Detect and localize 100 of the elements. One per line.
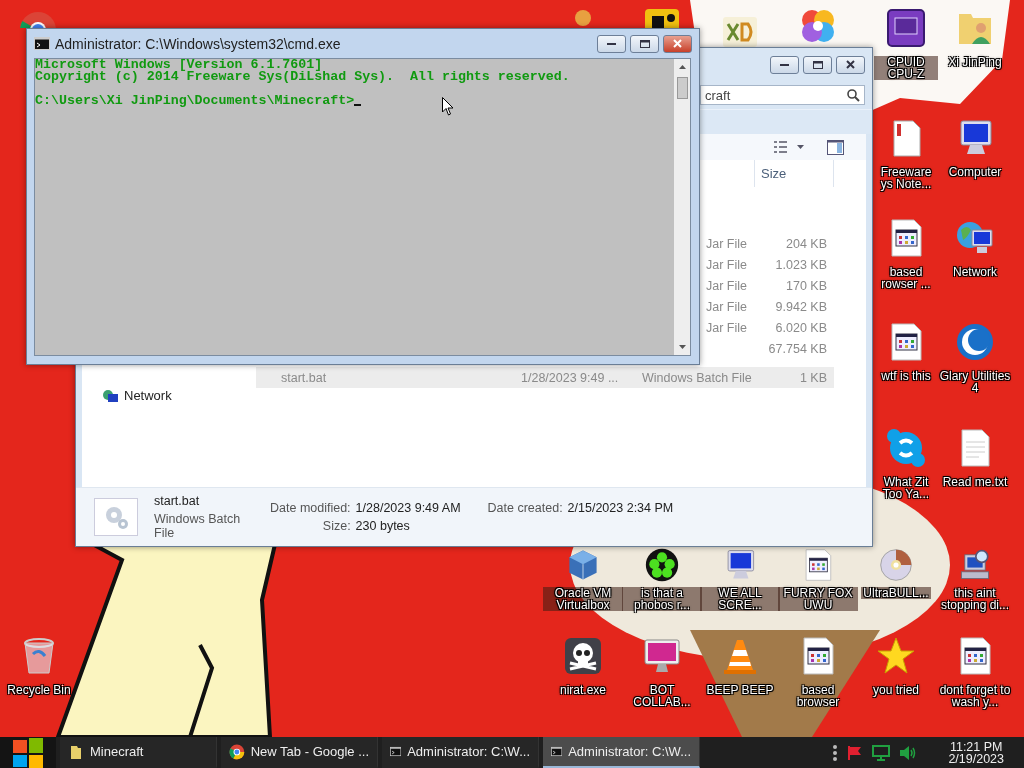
network-icon — [102, 388, 118, 403]
file-row[interactable]: Jar File 1.023 KB — [701, 254, 834, 275]
maximize-button[interactable] — [630, 34, 659, 53]
console-prompt: C:\Users\Xi JinPing\Documents\Minecraft> — [35, 95, 355, 107]
console-icon — [390, 745, 402, 758]
table-cell-text: 170 KB — [785, 278, 828, 293]
disc-icon — [879, 548, 913, 582]
table-cell-text: 1/28/2023 9:49 ... — [520, 370, 620, 385]
detail-value: 230 bytes — [355, 519, 411, 533]
windows-logo-icon — [12, 737, 44, 768]
cube-icon — [566, 548, 600, 582]
console-icon — [34, 37, 50, 50]
file-row[interactable]: Jar File 9.942 KB — [701, 296, 834, 317]
desktop-icon[interactable]: What Zit Too Ya... — [874, 428, 938, 500]
console-line: Microsoft Windows [Version 6.1.7601] — [35, 59, 323, 71]
table-cell-text: 1.023 KB — [774, 257, 828, 272]
search-icon — [847, 88, 860, 102]
view-options-icon[interactable] — [773, 140, 805, 154]
table-cell-text: Jar File — [705, 278, 748, 293]
file-type: Windows Batch File — [154, 512, 242, 540]
desktop-icon[interactable]: you tried — [856, 636, 936, 696]
maximize-icon — [639, 39, 650, 48]
speaker-icon[interactable] — [899, 744, 918, 761]
overflow-icon[interactable] — [832, 743, 839, 762]
table-cell-text: Jar File — [705, 236, 748, 251]
desktop-icon[interactable]: dont forget to wash y... — [935, 636, 1015, 708]
desktop-icon[interactable]: this aint stopping di... — [935, 548, 1015, 611]
minimize-button[interactable] — [770, 55, 799, 74]
taskbar-button[interactable]: New Tab - Google ... — [221, 737, 378, 768]
file-row[interactable]: 67.754 KB — [701, 338, 834, 359]
table-cell-text: Jar File — [705, 320, 748, 335]
detail-value: 2/15/2023 2:34 PM — [567, 501, 674, 515]
close-button[interactable] — [663, 34, 692, 53]
text-cursor — [354, 104, 362, 106]
search-field[interactable]: craft — [700, 85, 865, 105]
table-cell-text: 6.020 KB — [774, 320, 828, 335]
minimize-icon — [607, 42, 616, 45]
file-row[interactable]: Jar File 6.020 KB — [701, 317, 834, 338]
table-cell-text: 1 KB — [798, 370, 828, 385]
skull-icon — [563, 636, 603, 676]
desktop-icon[interactable]: Recycle Bin — [0, 636, 79, 696]
flag-icon[interactable] — [847, 744, 864, 761]
table-cell-text: Jar File — [705, 299, 748, 314]
start-button[interactable] — [0, 737, 56, 768]
chat-bubble-icon — [886, 428, 926, 468]
close-icon — [673, 39, 682, 48]
table-cell-text: Jar File — [705, 257, 748, 272]
gear-icon — [103, 504, 129, 530]
circle-logo-icon — [229, 743, 245, 760]
table-cell-text: 204 KB — [785, 236, 828, 251]
desktop-icon[interactable] — [642, 6, 682, 28]
desktop-icon[interactable]: Xi JinPing — [935, 8, 1015, 68]
table-cell-text: start.bat — [280, 370, 328, 385]
desktop-icon[interactable]: Glary Utilities 4 — [935, 322, 1015, 394]
preview-pane-icon[interactable] — [827, 139, 844, 155]
computer-search-icon — [958, 548, 992, 582]
minimize-button[interactable] — [597, 34, 626, 53]
nav-item[interactable]: Network — [82, 388, 256, 403]
desktop-icon[interactable]: BEEP BEEP — [700, 636, 780, 696]
table-cell-text: 9.942 KB — [774, 299, 828, 314]
desktop-icon[interactable]: based browser — [778, 636, 858, 708]
detail-label: Size: — [321, 519, 351, 533]
console-line: Copyright (c) 2014 Freeware Sys(DiLshad Sys). All rights reserved. — [35, 71, 571, 83]
minimize-icon — [780, 63, 789, 66]
desktop-icon[interactable]: based rowser ... — [874, 218, 938, 290]
folder-icon — [68, 743, 84, 760]
scroll-thumb[interactable] — [676, 77, 688, 99]
window-title: Administrator: C:\Windows\system32\cmd.exe — [55, 35, 342, 52]
desktop-icon[interactable]: BOT COLLAB... — [622, 636, 702, 708]
detail-label: Date modified: — [270, 501, 351, 515]
column-header[interactable]: Size — [754, 160, 834, 187]
star-icon — [876, 636, 916, 676]
clock[interactable]: 11:21 PM 2/19/2023 — [948, 740, 1004, 765]
console-icon — [551, 745, 563, 758]
table-cell-text: 67.754 KB — [767, 341, 828, 356]
desktop-icon[interactable]: Freeware ys Note... — [874, 118, 938, 190]
close-button[interactable] — [836, 55, 865, 74]
taskbar-button[interactable]: Administrator: C:\W... — [382, 737, 539, 768]
detail-value: 1/28/2023 9:49 AM — [355, 501, 461, 515]
table-cell-text: Windows Batch File — [642, 370, 753, 385]
monitor-icon[interactable] — [872, 744, 891, 761]
mouse-cursor-icon — [442, 97, 454, 116]
desktop-icon[interactable]: Network — [935, 218, 1015, 278]
desktop-icon[interactable]: Computer — [935, 118, 1015, 178]
file-name: start.bat — [154, 494, 201, 508]
maximize-icon — [812, 60, 823, 69]
desktop-icon[interactable]: Read me.txt — [935, 428, 1015, 488]
app-icon — [642, 6, 682, 28]
file-row[interactable]: Jar File 170 KB — [701, 275, 834, 296]
crescent-icon — [955, 322, 995, 362]
desktop-icon[interactable]: wtf is this — [874, 322, 938, 382]
chip-icon — [886, 8, 926, 48]
maximize-button[interactable] — [803, 55, 832, 74]
file-row[interactable]: start.bat 1/28/2023 9:49 ... Windows Batch File 1 KB — [256, 367, 834, 388]
close-icon — [846, 60, 855, 69]
desktop-icon[interactable]: nirat.exe — [543, 636, 623, 696]
detail-label: Date created: — [487, 501, 563, 515]
taskbar-button[interactable]: Administrator: C:\W... — [543, 737, 700, 768]
taskbar-button[interactable]: Minecraft — [60, 737, 217, 768]
file-row[interactable]: Jar File 204 KB — [701, 233, 834, 254]
